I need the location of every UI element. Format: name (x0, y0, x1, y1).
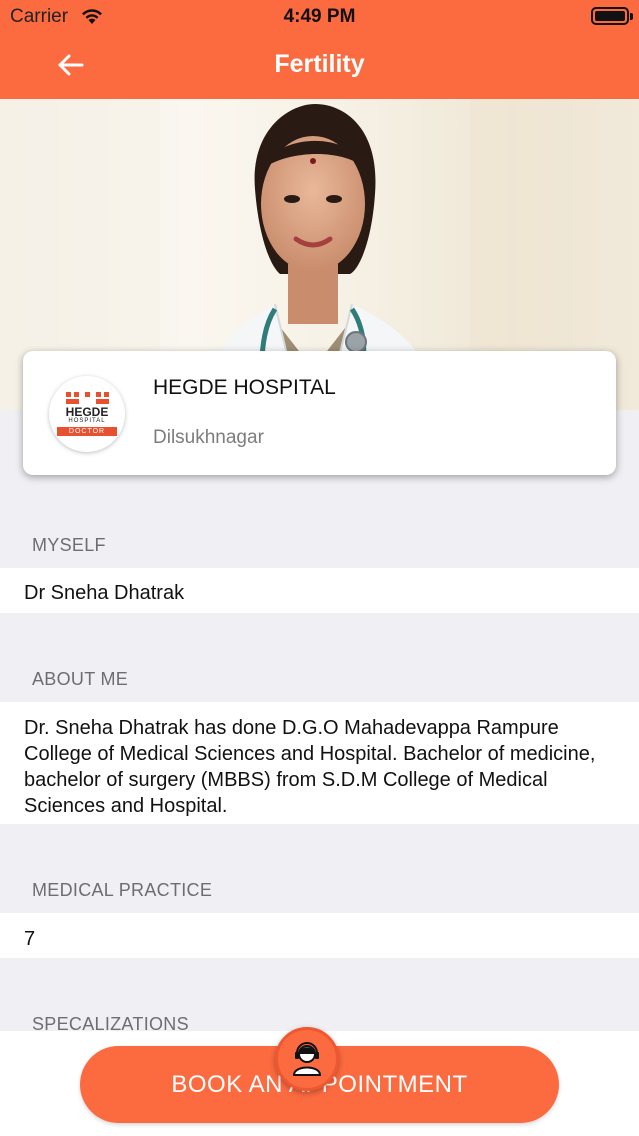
page-title: Fertility (274, 50, 365, 78)
hospital-card[interactable]: HEGDE HOSPITAL DOCTOR HEGDE HOSPITAL Dil… (23, 351, 616, 475)
logo-text: HEGDE (65, 405, 109, 419)
section-heading-about: ABOUT ME (32, 669, 129, 689)
status-time: 4:49 PM (283, 6, 356, 27)
section-heading-practice: MEDICAL PRACTICE (32, 880, 213, 900)
support-button-inner (283, 1035, 331, 1083)
logo-subtext: HOSPITAL (68, 418, 106, 424)
support-agent-icon (292, 1042, 322, 1076)
top-bar: Carrier 4:49 PM Fertility (0, 0, 639, 99)
status-bar: Carrier 4:49 PM (0, 0, 639, 34)
practice-years: 7 (0, 913, 639, 958)
about-text: Dr. Sneha Dhatrak has done D.G.O Mahadev… (0, 702, 639, 824)
hospital-location: Dilsukhnagar (153, 427, 264, 448)
section-heading-myself: MYSELF (32, 535, 106, 555)
hospital-logo: HEGDE HOSPITAL DOCTOR (49, 376, 125, 452)
logo-tag: DOCTOR (57, 427, 117, 436)
battery-icon (591, 7, 633, 25)
doctor-name: Dr Sneha Dhatrak (0, 568, 639, 613)
hospital-name: HEGDE HOSPITAL (153, 376, 336, 399)
support-button[interactable] (275, 1027, 339, 1091)
